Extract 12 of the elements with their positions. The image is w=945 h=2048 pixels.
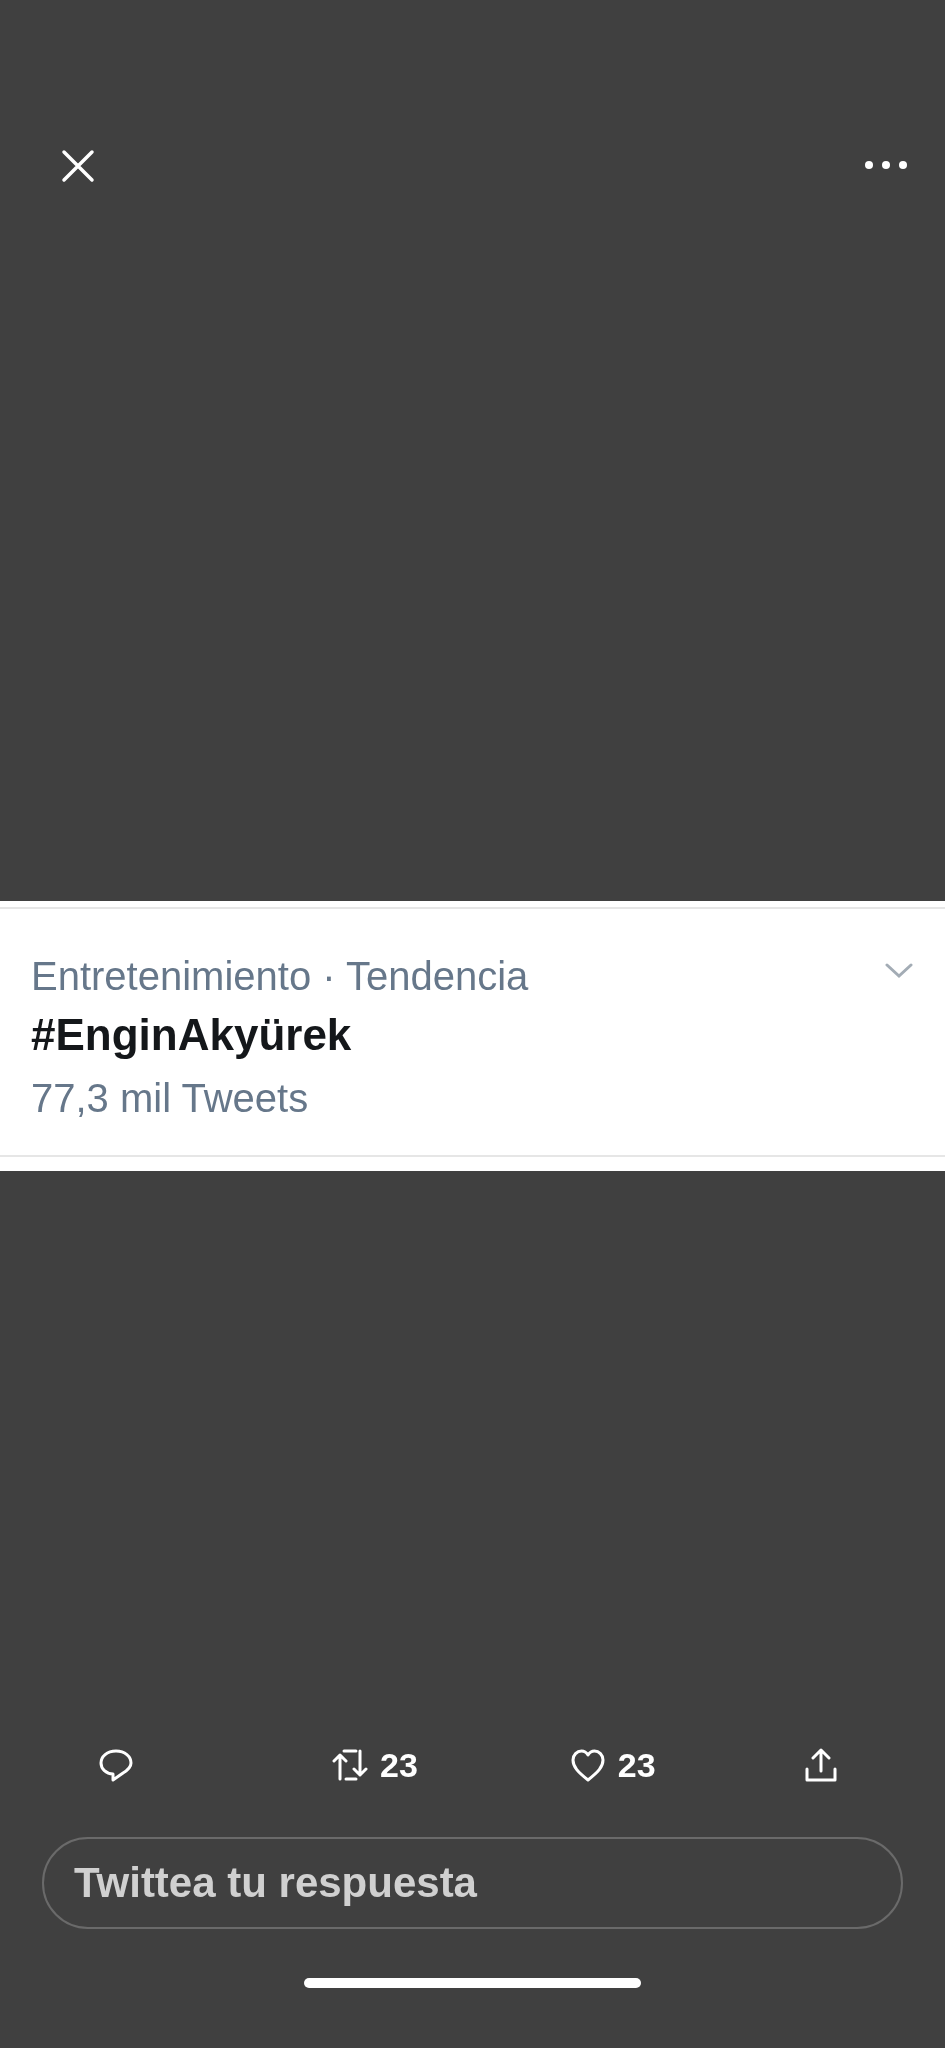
trend-hashtag: #EnginAkyürek [31,1009,352,1061]
heart-icon[interactable] [569,1747,606,1783]
close-icon[interactable] [60,148,96,184]
tweet-count: 77,3 mil Tweets [31,1075,309,1122]
more-icon[interactable] [864,160,908,170]
action-count: 23 [617,1744,656,1786]
trend-card[interactable]: Entretenimiento · Tendencia #EnginAkyürek 77,3 mil Tweets [0,901,945,1171]
reply-icon[interactable] [98,1747,134,1783]
reply-field[interactable]: Twittea tu respuesta [42,1837,903,1929]
action-count: 23 [380,1744,418,1786]
trend-context: Entretenimiento · Tendencia [31,953,529,999]
retweet-icon[interactable] [332,1747,368,1783]
